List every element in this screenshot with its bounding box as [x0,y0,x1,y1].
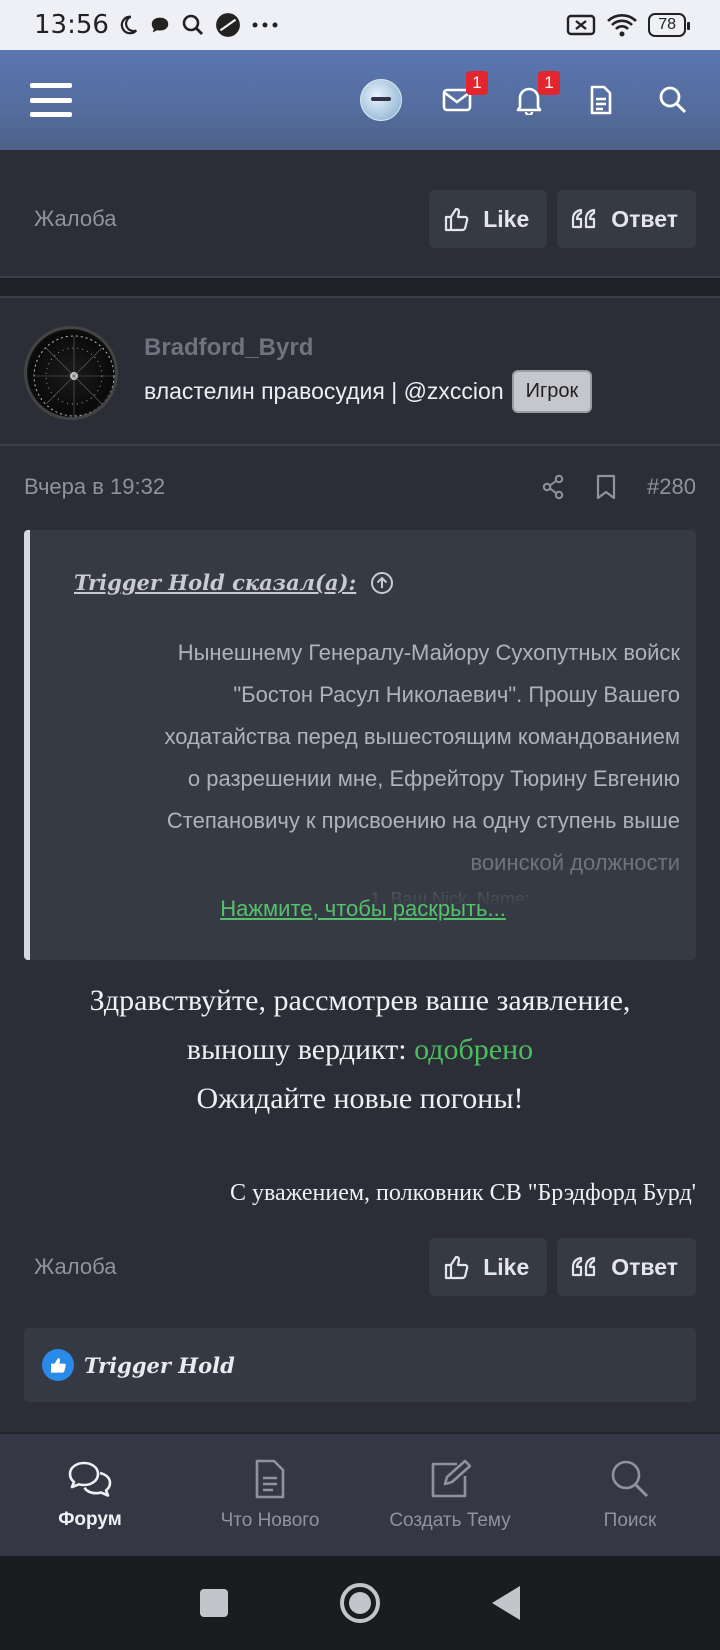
app-icon [216,13,240,37]
reply-label: Ответ [611,205,678,232]
reply-label: Ответ [611,1253,678,1280]
post-signature: С уважением, полковник СВ "Брэдфорд Бурд… [229,1180,696,1206]
forum-icon [68,1461,112,1497]
quote-line: "Бостон Расул Николаевич". Прошу Вашего [233,682,680,707]
search-icon [611,1460,649,1498]
edit-icon [431,1459,472,1498]
quote-text: Нынешнему Генералу-Майору Сухопутных вой… [60,632,680,914]
search-button[interactable] [656,83,690,117]
like-label: Like [483,1253,530,1280]
like-reaction-icon [42,1349,74,1381]
moon-icon [120,15,138,35]
message-line: Ожидайте новые погоны! [196,1082,524,1115]
no-sim-icon [567,14,596,36]
menu-icon[interactable] [30,83,72,117]
document-icon [590,85,612,115]
post-message: Здравствуйте, рассмотрев ваше заявление,… [0,976,720,1123]
back-button[interactable] [492,1586,520,1620]
nav-whats-new[interactable]: Что Нового [180,1434,360,1556]
expand-quote-link[interactable]: Нажмите, чтобы раскрыть... [30,894,696,922]
status-time: 13:56 [34,10,109,40]
nav-label: Что Нового [220,1510,320,1531]
post-footer: Жалоба Like Ответ [0,1238,720,1296]
app-header: 1 1 [0,50,720,150]
author-avatar[interactable] [24,326,118,420]
author-title: властелин правосудия | @zxccion [144,378,504,404]
nav-create-thread[interactable]: Создать Тему [360,1434,540,1556]
quote-icon [572,1256,596,1277]
document-icon [255,1459,285,1499]
nav-label: Форум [58,1509,122,1530]
message-line: Здравствуйте, рассмотрев ваше заявление, [89,984,631,1017]
bottom-navigation: Форум Что Нового Создать Тему Поиск [0,1432,720,1556]
messages-badge: 1 [466,71,488,95]
home-button[interactable] [340,1583,380,1623]
message-line: выношу вердикт: одобрено [0,1025,720,1074]
post-author-block: Bradford_Byrd властелин правосудия | @zx… [0,300,720,446]
quote-line: ходатайства перед вышестоящим командован… [164,724,680,749]
alerts-badge: 1 [538,71,560,95]
reactions-bar: Trigger Hold [24,1328,696,1402]
status-bar: 13:56 78 [0,0,720,50]
quote-author-row[interactable]: Trigger Hold сказал(а): [74,570,394,595]
post-date[interactable]: Вчера в 19:32 [24,474,165,500]
reaction-user[interactable]: Trigger Hold [84,1353,235,1378]
report-link[interactable]: Жалоба [34,1254,116,1280]
role-badge: Игрок [511,370,593,413]
report-link[interactable]: Жалоба [34,206,116,232]
share-icon[interactable] [541,474,565,500]
post-meta: Вчера в 19:32 #280 [24,474,696,500]
post-separator [0,276,720,298]
wifi-icon [607,14,638,37]
thumbs-up-icon [445,1255,469,1280]
search-icon [659,86,687,114]
quote-line: воинской должности [470,850,680,875]
battery-indicator: 78 [648,13,690,37]
like-label: Like [483,205,530,232]
bookmark-icon[interactable] [595,474,617,500]
quote-line: Степановичу к присвоению на одну ступень… [166,808,680,833]
chat-bubble-icon [151,17,169,33]
reply-button[interactable]: Ответ [557,1238,696,1296]
verdict-status: одобрено [414,1033,534,1066]
author-title-row: властелин правосудия | @zxccion Игрок [144,370,593,413]
nav-forum[interactable]: Форум [0,1434,180,1556]
quote-author[interactable]: Trigger Hold сказал(а): [74,570,356,595]
post-number[interactable]: #280 [647,474,696,500]
alerts-button[interactable]: 1 [512,71,560,117]
jump-up-icon[interactable] [370,571,394,595]
user-avatar-button[interactable] [360,79,402,121]
whats-new-button[interactable] [584,83,618,117]
more-dots-icon [252,22,278,28]
system-navigation-bar [0,1556,720,1650]
prev-post-footer: Жалоба Like Ответ [0,190,720,248]
messages-button[interactable]: 1 [440,71,488,117]
reply-button[interactable]: Ответ [557,190,696,248]
quote-block: Trigger Hold сказал(а): Нынешнему Генера… [24,530,696,960]
verdict-label: выношу вердикт: [186,1033,407,1066]
quote-line: Нынешнему Генералу-Майору Сухопутных вой… [177,640,680,665]
like-button[interactable]: Like [429,190,548,248]
recents-button[interactable] [200,1589,228,1617]
nav-search[interactable]: Поиск [540,1434,720,1556]
search-status-icon [182,14,203,35]
author-username[interactable]: Bradford_Byrd [144,334,313,362]
quote-line: о разрешении мне, Ефрейтору Тюрину Евген… [187,766,680,791]
nav-label: Создать Тему [389,1510,511,1531]
thumbs-up-icon [445,207,469,232]
quote-icon [572,208,596,229]
nav-label: Поиск [603,1510,657,1531]
like-button[interactable]: Like [429,1238,548,1296]
